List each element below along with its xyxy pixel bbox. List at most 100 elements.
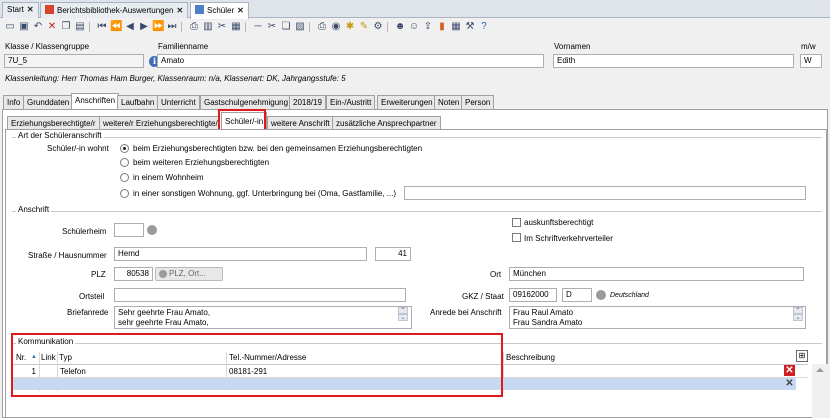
schriftverkehr-checkbox[interactable]: [512, 233, 521, 242]
plz-ort-button[interactable]: PLZ, Ort...: [155, 267, 223, 281]
radio-weiterer-erziehungsberechtigter[interactable]: [120, 158, 129, 167]
briefanrede-line: Sehr geehrte Frau Amato,: [118, 308, 211, 317]
previous-page-icon[interactable]: ⏪: [110, 21, 122, 33]
new-record-icon[interactable]: ▭: [4, 21, 16, 33]
pencil-icon[interactable]: ✎: [358, 21, 370, 33]
tab-schuljahr[interactable]: 2018/19: [289, 95, 326, 109]
radio-wohnheim[interactable]: [120, 173, 129, 182]
tab-laufbahn[interactable]: Laufbahn: [117, 95, 159, 109]
stack-icon[interactable]: ▧: [294, 21, 306, 33]
export-icon[interactable]: ⇪: [422, 21, 434, 33]
tab-erweiterungen[interactable]: Erweiterungen: [377, 95, 437, 109]
strasse-label: Straße / Hausnummer: [28, 251, 107, 260]
strasse-field[interactable]: Hemd: [114, 247, 367, 261]
close-icon[interactable]: ✕: [27, 5, 34, 14]
help-icon[interactable]: ?: [478, 21, 490, 33]
scrollbar[interactable]: [812, 364, 828, 418]
tools-icon[interactable]: ⚒: [464, 21, 476, 33]
window-tab-berichtsbibliothek[interactable]: Berichtsbibliothek-Auswertungen ✕: [40, 2, 189, 18]
save-icon[interactable]: ▣: [18, 21, 30, 33]
scroll-up-icon[interactable]: [816, 368, 824, 372]
anrede-line: Frau Sandra Amato: [513, 318, 583, 327]
subtab-weitere-anschrift[interactable]: weitere Anschrift: [267, 116, 334, 130]
next-page-icon[interactable]: ⏩: [152, 21, 164, 33]
anrede-field[interactable]: Frau Raul Amato Frau Sandra Amato: [509, 306, 806, 329]
briefanrede-spinner[interactable]: ⌃ ⌄: [398, 307, 408, 321]
cut-icon[interactable]: ✂: [216, 21, 228, 33]
staat-field[interactable]: D: [562, 288, 592, 302]
bulb-icon[interactable]: ✱: [344, 21, 356, 33]
settings-icon[interactable]: ⚙: [372, 21, 384, 33]
familienname-field[interactable]: Amato: [157, 54, 544, 68]
scissors-icon[interactable]: ✂: [266, 21, 278, 33]
gkz-field[interactable]: 09162000: [509, 288, 557, 302]
anrede-spinner[interactable]: ⌃ ⌄: [793, 307, 803, 321]
subtab-weitere-erziehungsberechtigte[interactable]: weitere/r Erziehungsberechtigte/r: [99, 116, 219, 130]
sonstige-wohnung-field[interactable]: [404, 186, 806, 200]
printer-icon[interactable]: ⎙: [316, 21, 328, 33]
group-icon[interactable]: ☻: [394, 21, 406, 33]
duplicate-icon[interactable]: ❏: [280, 21, 292, 33]
column-header-beschreibung[interactable]: Beschreibung: [506, 353, 555, 364]
subtab-zusaetzliche-ansprechpartner[interactable]: zusätzliche Ansprechpartner: [332, 116, 441, 130]
print-icon[interactable]: ⎙: [188, 21, 200, 33]
minus-icon[interactable]: ─: [252, 21, 264, 33]
delete-icon[interactable]: ✕: [46, 21, 58, 33]
tab-info[interactable]: Info: [3, 95, 25, 109]
first-record-icon[interactable]: ⏮: [96, 21, 108, 33]
ort-field[interactable]: München: [509, 267, 804, 281]
close-icon[interactable]: ✕: [177, 6, 184, 15]
tab-anschriften[interactable]: Anschriften: [71, 93, 120, 110]
preview-icon[interactable]: ◉: [330, 21, 342, 33]
table-settings-icon[interactable]: ⊞: [796, 350, 808, 362]
window-tab-start[interactable]: Start ✕: [2, 2, 39, 18]
previous-record-icon[interactable]: ◀: [124, 21, 136, 33]
tab-unterricht[interactable]: Unterricht: [157, 95, 200, 109]
document-icon[interactable]: ▥: [202, 21, 214, 33]
plz-field[interactable]: 80538: [114, 267, 153, 281]
ortsteil-field[interactable]: [114, 288, 406, 302]
vornamen-label: Vornamen: [554, 42, 591, 51]
gkz-label: GKZ / Staat: [462, 292, 504, 301]
lookup-icon[interactable]: [147, 225, 157, 235]
ort-label: Ort: [490, 270, 502, 279]
window-tab-schueler[interactable]: Schüler ✕: [190, 2, 249, 19]
auskunftsberechtigt-checkbox[interactable]: [512, 218, 521, 227]
plz-label: PLZ: [91, 270, 106, 279]
tab-grunddaten[interactable]: Grunddaten: [23, 95, 74, 109]
briefanrede-field[interactable]: Sehr geehrte Frau Amato, sehr geehrte Fr…: [114, 306, 412, 329]
delete-row-icon[interactable]: ✕: [784, 378, 795, 389]
radio-erziehungsberechtigte[interactable]: [120, 144, 129, 153]
tab-label: Berichtsbibliothek-Auswertungen: [57, 6, 174, 15]
clipboard-icon[interactable]: ▦: [230, 21, 242, 33]
tab-gastschulgenehmigung[interactable]: Gastschulgenehmigung: [200, 95, 293, 109]
students-icon: [195, 5, 204, 14]
familienname-label: Familienname: [158, 42, 209, 51]
tab-ein-austritt[interactable]: Ein-/Austritt: [326, 95, 376, 109]
copy-icon[interactable]: ❐: [60, 21, 72, 33]
chart-icon[interactable]: ▮: [436, 21, 448, 33]
klasse-field[interactable]: 7U_5: [4, 54, 144, 68]
hausnummer-field[interactable]: 41: [375, 247, 411, 261]
undo-icon[interactable]: ↶: [32, 21, 44, 33]
subtab-erziehungsberechtigte[interactable]: Erziehungsberechtigte/r: [7, 116, 100, 130]
option-label: in einer sonstigen Wohnung, ggf. Unterbr…: [133, 189, 397, 198]
tab-person[interactable]: Person: [461, 95, 495, 109]
tab-label: Start: [7, 5, 24, 14]
tab-noten[interactable]: Noten: [434, 95, 464, 109]
schuelerheim-field[interactable]: [114, 223, 144, 237]
geschlecht-field[interactable]: W: [800, 54, 822, 68]
highlight-box: [11, 333, 503, 397]
next-record-icon[interactable]: ▶: [138, 21, 150, 33]
delete-row-icon[interactable]: ✕: [784, 365, 795, 376]
close-icon[interactable]: ✕: [237, 6, 244, 15]
calendar-icon[interactable]: ▦: [450, 21, 462, 33]
klasse-label: Klasse / Klassengruppe: [5, 42, 90, 51]
lookup-icon[interactable]: [596, 290, 606, 300]
radio-sonstige-wohnung[interactable]: [120, 189, 129, 198]
paste-icon[interactable]: ▤: [74, 21, 86, 33]
vornamen-field[interactable]: Edith: [553, 54, 794, 68]
option-label: beim weiteren Erziehungsberechtigten: [133, 158, 270, 167]
person-icon[interactable]: ☺: [408, 21, 420, 33]
last-record-icon[interactable]: ⏭: [166, 21, 178, 33]
